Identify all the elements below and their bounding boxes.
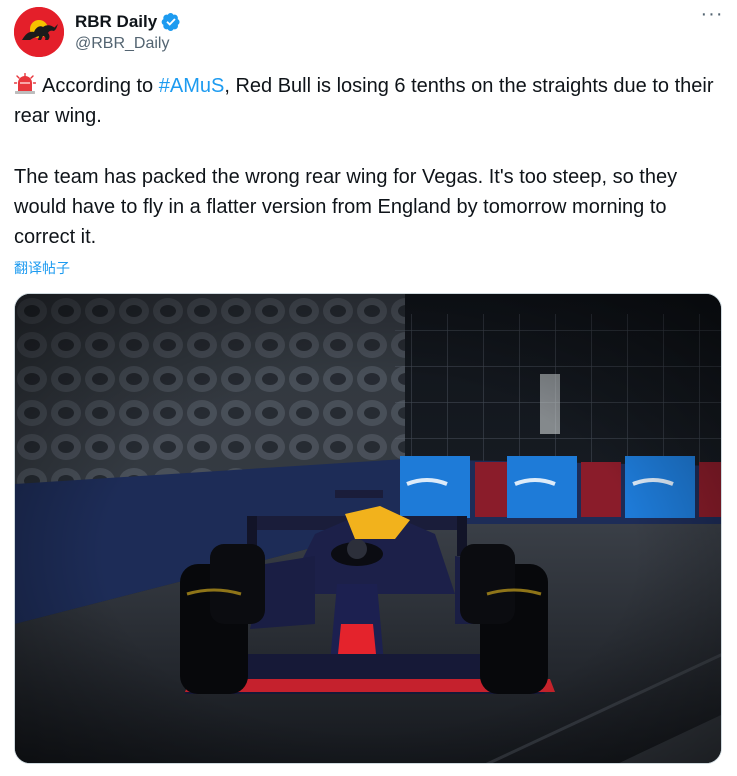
tweet-text-part-1: According to (42, 75, 159, 97)
tweet-text: According to #AMuS, Red Bull is losing 6… (14, 71, 723, 252)
siren-icon (14, 73, 36, 94)
more-options-icon: ··· (700, 3, 724, 25)
tweet-paragraph-1: According to #AMuS, Red Bull is losing 6… (14, 71, 723, 131)
tweet-media-photo[interactable] (14, 293, 722, 764)
tweet-card: RBR Daily @RBR_Daily ··· According to #A… (0, 0, 737, 776)
more-options-button[interactable]: ··· (699, 3, 725, 32)
translate-post-link[interactable]: 翻译帖子 (14, 258, 70, 278)
hashtag-link[interactable]: #AMuS (159, 75, 225, 97)
tweet-header: RBR Daily @RBR_Daily (14, 7, 181, 57)
avatar[interactable] (14, 7, 64, 57)
verified-badge-icon[interactable] (161, 12, 181, 32)
tweet-paragraph-2: The team has packed the wrong rear wing … (14, 166, 678, 248)
author-names: RBR Daily @RBR_Daily (75, 7, 181, 57)
display-name[interactable]: RBR Daily (75, 12, 157, 32)
f1-car-photo (15, 294, 721, 763)
author-handle[interactable]: @RBR_Daily (75, 35, 181, 53)
red-bull-logo-icon (14, 7, 64, 57)
display-name-row: RBR Daily (75, 12, 181, 32)
